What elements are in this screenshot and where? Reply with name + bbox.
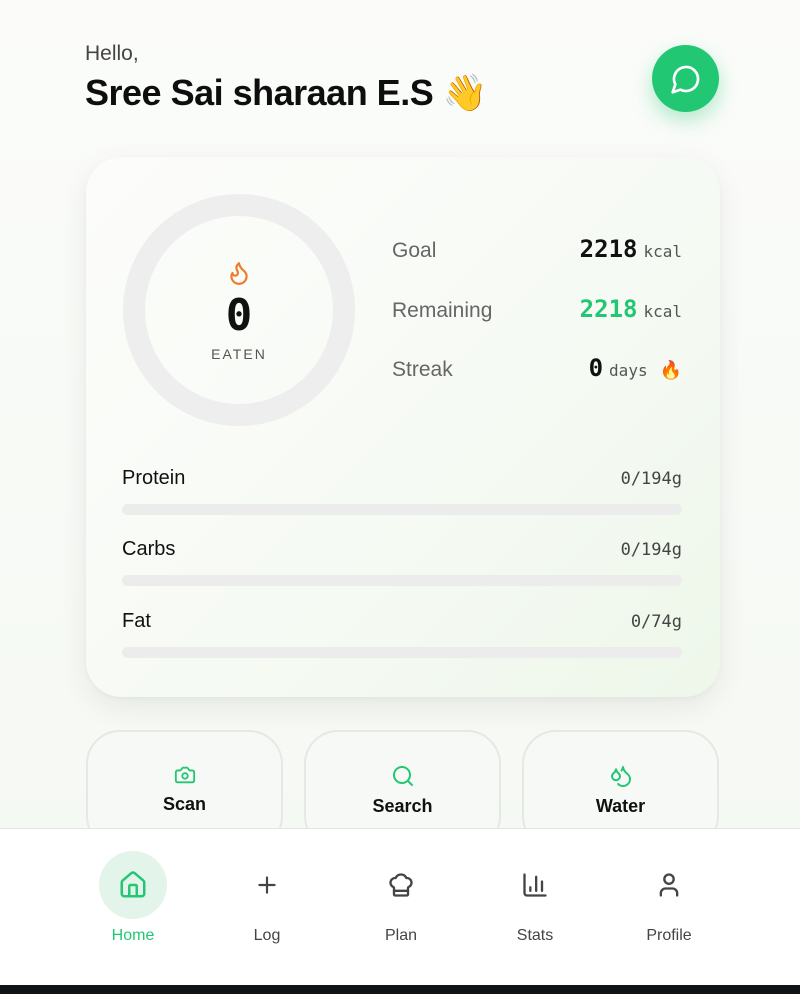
macro-protein: Protein 0/194g (122, 467, 682, 515)
scan-label: Scan (162, 794, 207, 814)
macro-name: Carbs (122, 538, 176, 560)
flame-icon (230, 262, 248, 285)
macro-name: Fat (122, 610, 151, 632)
streak-fire-icon: 🔥 (659, 360, 682, 380)
nav-icon-wrap (233, 851, 301, 919)
home-icon (120, 871, 146, 898)
macro-progress-bar (122, 575, 682, 586)
nav-item-profile[interactable]: Profile (619, 851, 719, 945)
streak-value: 0 (588, 354, 604, 382)
remaining-label: Remaining (392, 299, 493, 322)
remaining-unit: kcal (643, 302, 682, 321)
nav-label-plan: Plan (384, 927, 418, 944)
remaining-value: 2218 (579, 295, 638, 323)
bar-chart-icon (523, 873, 547, 897)
daily-summary-card: 0 EATEN Goal 2218 kcal Remaining 2218 kc… (86, 157, 720, 697)
macro-carbs: Carbs 0/194g (122, 538, 682, 586)
water-drops-icon (610, 766, 631, 787)
nav-label-profile: Profile (646, 927, 692, 944)
calorie-ring-center: 0 EATEN (122, 193, 356, 427)
nav-icon-wrap (367, 851, 435, 919)
greeting-hello: Hello, (85, 42, 139, 65)
nav-icon-wrap (501, 851, 569, 919)
eaten-label: EATEN (211, 346, 267, 362)
user-name: Sree Sai sharaan E.S 👋 (85, 72, 488, 113)
nav-item-log[interactable]: Log (217, 851, 317, 945)
streak-label: Streak (392, 358, 453, 381)
macro-progress-bar (122, 504, 682, 515)
nav-icon-wrap (635, 851, 703, 919)
macro-value: 0/74g (630, 612, 682, 632)
goal-unit: kcal (643, 242, 682, 261)
bottom-navigation: Home Log Plan Stats Profile (0, 828, 800, 985)
chat-bubble-icon (670, 65, 699, 94)
search-icon (392, 766, 413, 786)
nav-label-home: Home (111, 927, 155, 944)
search-label: Search (372, 796, 433, 816)
macro-progress-bar (122, 647, 682, 658)
macro-value: 0/194g (620, 469, 682, 489)
nav-item-stats[interactable]: Stats (485, 851, 585, 945)
user-icon (659, 873, 679, 897)
camera-icon (174, 766, 195, 784)
plus-icon (258, 876, 276, 894)
streak-row: Streak 0 days 🔥 (392, 354, 682, 382)
nav-item-home[interactable]: Home (83, 851, 183, 945)
eaten-value: 0 (225, 290, 253, 341)
nav-icon-wrap (99, 851, 167, 919)
macro-name: Protein (122, 467, 186, 489)
streak-unit: days (609, 361, 648, 380)
nav-label-stats: Stats (516, 927, 554, 944)
chat-button[interactable] (652, 45, 719, 112)
goal-label: Goal (392, 239, 437, 262)
goal-row: Goal 2218 kcal (392, 235, 682, 263)
macro-fat: Fat 0/74g (122, 610, 682, 658)
nav-label-log: Log (253, 927, 281, 944)
chef-hat-icon (389, 873, 413, 897)
water-label: Water (595, 796, 646, 816)
macro-value: 0/194g (620, 540, 682, 560)
nav-item-plan[interactable]: Plan (351, 851, 451, 945)
goal-value: 2218 (579, 235, 638, 263)
home-screen: Hello, Sree Sai sharaan E.S 👋 0 EATEN Go… (0, 0, 800, 994)
remaining-row: Remaining 2218 kcal (392, 295, 682, 323)
screen-bottom-edge (0, 985, 800, 994)
